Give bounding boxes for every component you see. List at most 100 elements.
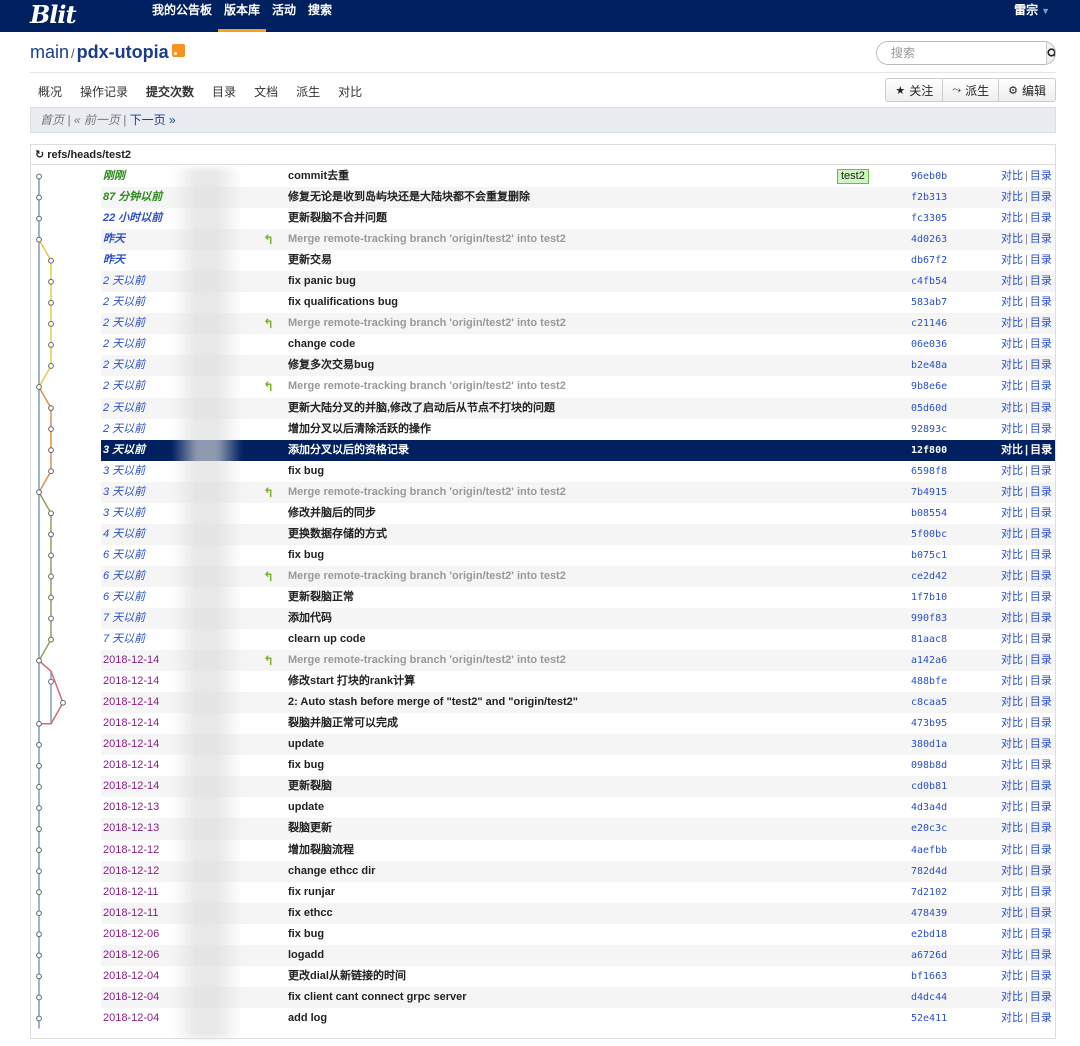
compare-link[interactable]: 对比 (1001, 1012, 1023, 1024)
commit-message-link[interactable]: clearn up code (288, 629, 828, 650)
commit-hash-link[interactable]: bf1663 (911, 966, 947, 987)
commit-message-link[interactable]: 更换数据存储的方式 (288, 524, 828, 545)
tree-link[interactable]: 目录 (1030, 465, 1052, 477)
commit-row[interactable]: 昨天 更新交易 db67f2 对比 | 目录 (101, 250, 1055, 271)
compare-link[interactable]: 对比 (1001, 738, 1023, 750)
commit-message-link[interactable]: fix client cant connect grpc server (288, 987, 828, 1008)
star-button[interactable]: ★ 关注 (886, 79, 944, 101)
compare-link[interactable]: 对比 (1001, 423, 1023, 435)
tree-link[interactable]: 目录 (1030, 654, 1052, 666)
commit-row[interactable]: 2018-12-04 更改dial从新链接的时间 bf1663 对比 | 目录 (101, 966, 1055, 987)
compare-link[interactable]: 对比 (1001, 402, 1023, 414)
compare-link[interactable]: 对比 (1001, 191, 1023, 203)
compare-link[interactable]: 对比 (1001, 444, 1023, 456)
compare-link[interactable]: 对比 (1001, 254, 1023, 266)
compare-link[interactable]: 对比 (1001, 612, 1023, 624)
commit-hash-link[interactable]: b075c1 (911, 545, 947, 566)
compare-link[interactable]: 对比 (1001, 275, 1023, 287)
commit-message-link[interactable]: 修改start 打块的rank计算 (288, 671, 828, 692)
commit-message-link[interactable]: fix bug (288, 461, 828, 482)
commit-row[interactable]: 2 天以前 修复多次交易bug b2e48a 对比 | 目录 (101, 355, 1055, 377)
commit-row[interactable]: 2018-12-13 裂脑更新 e20c3c 对比 | 目录 (101, 818, 1055, 840)
compare-link[interactable]: 对比 (1001, 717, 1023, 729)
repo-name-link[interactable]: pdx-utopia (77, 42, 169, 62)
commit-row[interactable]: 4 天以前 更换数据存储的方式 5f00bc 对比 | 目录 (101, 523, 1055, 545)
user-menu[interactable]: 雷宗 ▼ (1014, 0, 1050, 21)
tree-link[interactable]: 目录 (1030, 191, 1052, 203)
commit-hash-link[interactable]: 4aefbb (911, 840, 947, 861)
commit-hash-link[interactable]: 473b95 (911, 713, 947, 734)
tree-link[interactable]: 目录 (1030, 507, 1052, 519)
commit-message-link[interactable]: Merge remote-tracking branch 'origin/tes… (288, 482, 828, 503)
compare-link[interactable]: 对比 (1001, 633, 1023, 645)
commit-row[interactable]: 2018-12-12 change ethcc dir 782d4d 对比 | 目录 (101, 860, 1055, 882)
tree-link[interactable]: 目录 (1030, 570, 1052, 582)
tree-link[interactable]: 目录 (1030, 212, 1052, 224)
commit-row[interactable]: 2018-12-14 ↰ Merge remote-tracking branch … (101, 650, 1055, 672)
commit-row[interactable]: 87 分钟以前 修复无论是收到岛屿块还是大陆块都不会重复删除 f2b313 对比 | 目录 (101, 187, 1055, 209)
commit-message-link[interactable]: Merge remote-tracking branch 'origin/tes… (288, 566, 828, 587)
commit-message-link[interactable]: fix runjar (288, 882, 828, 903)
compare-link[interactable]: 对比 (1001, 886, 1023, 898)
tree-link[interactable]: 目录 (1030, 591, 1052, 603)
compare-link[interactable]: 对比 (1001, 486, 1023, 498)
commit-hash-link[interactable]: 7b4915 (911, 482, 947, 503)
tree-link[interactable]: 目录 (1030, 1012, 1052, 1024)
commit-row[interactable]: 7 天以前 clearn up code 81aac8 对比 | 目录 (101, 629, 1055, 650)
commit-row[interactable]: 3 天以前 添加分叉以后的资格记录 12f800 对比 | 目录 (101, 439, 1055, 461)
commit-message-link[interactable]: 添加代码 (288, 608, 828, 629)
compare-link[interactable]: 对比 (1001, 949, 1023, 961)
commit-hash-link[interactable]: 6598f8 (911, 461, 947, 482)
compare-link[interactable]: 对比 (1001, 359, 1023, 371)
tree-link[interactable]: 目录 (1030, 801, 1052, 813)
tree-link[interactable]: 目录 (1030, 865, 1052, 877)
commit-message-link[interactable]: fix ethcc (288, 903, 828, 924)
commit-hash-link[interactable]: 782d4d (911, 861, 947, 882)
tree-link[interactable]: 目录 (1030, 170, 1052, 182)
commit-row[interactable]: 2 天以前 增加分叉以后清除活跃的操作 92893c 对比 | 目录 (101, 419, 1055, 440)
commit-row[interactable]: 2018-12-14 fix bug 098b8d 对比 | 目录 (101, 755, 1055, 776)
tree-link[interactable]: 目录 (1030, 780, 1052, 792)
commit-row[interactable]: 2018-12-11 fix runjar 7d2102 对比 | 目录 (101, 882, 1055, 903)
commit-message-link[interactable]: 修复无论是收到岛屿块还是大陆块都不会重复删除 (288, 187, 828, 208)
commit-hash-link[interactable]: 1f7b10 (911, 587, 947, 608)
commit-row[interactable]: 7 天以前 添加代码 990f83 对比 | 目录 (101, 607, 1055, 630)
commit-hash-link[interactable]: c21146 (911, 313, 947, 334)
compare-link[interactable]: 对比 (1001, 549, 1023, 561)
commit-row[interactable]: 2018-12-14 2: Auto stash before merge of … (101, 692, 1055, 714)
tree-link[interactable]: 目录 (1030, 296, 1052, 308)
tree-link[interactable]: 目录 (1030, 338, 1052, 350)
tree-link[interactable]: 目录 (1030, 317, 1052, 329)
commit-message-link[interactable]: fix bug (288, 545, 828, 566)
compare-link[interactable]: 对比 (1001, 212, 1023, 224)
topnav-item-3[interactable]: 搜索 (302, 0, 338, 32)
commit-hash-link[interactable]: 9b8e6e (911, 376, 947, 397)
commit-message-link[interactable]: change ethcc dir (288, 861, 828, 882)
commit-message-link[interactable]: 裂脑更新 (288, 818, 828, 839)
tree-link[interactable]: 目录 (1030, 717, 1052, 729)
gitblit-logo[interactable]: Blit (30, 0, 77, 32)
tree-link[interactable]: 目录 (1030, 633, 1052, 645)
compare-link[interactable]: 对比 (1001, 380, 1023, 392)
commit-hash-link[interactable]: b2e48a (911, 355, 947, 376)
commit-hash-link[interactable]: 12f800 (911, 440, 947, 461)
compare-link[interactable]: 对比 (1001, 528, 1023, 540)
compare-link[interactable]: 对比 (1001, 296, 1023, 308)
tree-link[interactable]: 目录 (1030, 928, 1052, 940)
commit-row[interactable]: 3 天以前 ↰ Merge remote-tracking branch 'orig… (101, 481, 1055, 503)
commit-hash-link[interactable]: db67f2 (911, 250, 947, 271)
project-link[interactable]: main (30, 42, 69, 62)
pager-first[interactable]: 首页 (40, 113, 64, 127)
compare-link[interactable]: 对比 (1001, 991, 1023, 1003)
commit-hash-link[interactable]: b08554 (911, 503, 947, 524)
compare-link[interactable]: 对比 (1001, 170, 1023, 182)
commit-hash-link[interactable]: 05d60d (911, 398, 947, 419)
commit-row[interactable]: 2018-12-14 update 380d1a 对比 | 目录 (101, 734, 1055, 756)
commit-message-link[interactable]: 增加裂脑流程 (288, 840, 828, 861)
compare-link[interactable]: 对比 (1001, 696, 1023, 708)
commit-message-link[interactable]: 裂脑并脑正常可以完成 (288, 713, 828, 734)
tree-link[interactable]: 目录 (1030, 486, 1052, 498)
commit-message-link[interactable]: update (288, 734, 828, 755)
commit-hash-link[interactable]: c4fb54 (911, 271, 947, 292)
tree-link[interactable]: 目录 (1030, 822, 1052, 834)
